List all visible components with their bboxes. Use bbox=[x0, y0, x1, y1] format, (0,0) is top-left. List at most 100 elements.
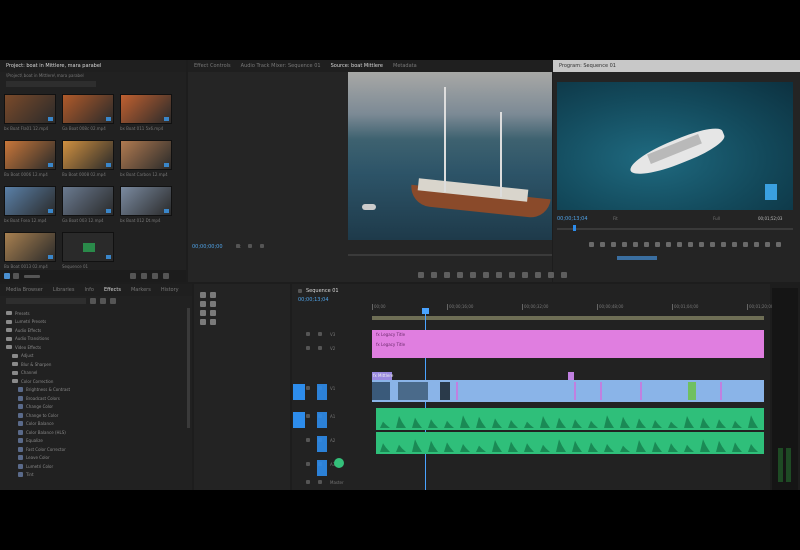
track-target-toggle[interactable] bbox=[293, 384, 305, 400]
tool-icon[interactable] bbox=[200, 319, 206, 325]
program-fit[interactable]: Fit bbox=[613, 216, 618, 221]
program-transport-icon[interactable] bbox=[666, 242, 671, 247]
program-transport-icon[interactable] bbox=[611, 242, 616, 247]
program-scrubber[interactable] bbox=[557, 228, 793, 230]
toggle-sync-lock-icon[interactable] bbox=[306, 462, 310, 466]
effects-tree-row[interactable]: Audio Effects bbox=[6, 327, 41, 333]
video-clip-segment[interactable] bbox=[574, 382, 576, 400]
overwrite-icon[interactable] bbox=[535, 272, 541, 278]
timeline-work-area[interactable] bbox=[372, 316, 764, 320]
effects-tree-row[interactable]: Fast Color Corrector bbox=[18, 446, 66, 452]
source-tab[interactable]: Audio Track Mixer: Sequence 01 bbox=[241, 63, 321, 69]
effects-tab[interactable]: Markers bbox=[131, 287, 151, 293]
toggle-sync-lock-icon[interactable] bbox=[306, 414, 310, 418]
go-to-out-icon[interactable] bbox=[509, 272, 515, 278]
effects-tab[interactable]: Info bbox=[84, 287, 93, 293]
effects-tree-row[interactable]: Change to Color bbox=[18, 412, 58, 418]
source-tab[interactable]: Metadata bbox=[393, 63, 417, 69]
close-tab-icon[interactable] bbox=[298, 289, 302, 293]
toggle-sync-lock-icon[interactable] bbox=[306, 346, 310, 350]
source-tab[interactable]: Source: boat Mittlere bbox=[331, 63, 383, 69]
source-scrubber[interactable] bbox=[348, 254, 552, 256]
program-transport-icon[interactable] bbox=[754, 242, 759, 247]
tool-icon[interactable] bbox=[210, 319, 216, 325]
mark-out-icon[interactable] bbox=[444, 272, 450, 278]
program-transport-icon[interactable] bbox=[732, 242, 737, 247]
zoom-slider-icon[interactable] bbox=[24, 275, 40, 278]
track-source-patch[interactable] bbox=[317, 412, 327, 428]
step-forward-icon[interactable] bbox=[496, 272, 502, 278]
new-bin-icon[interactable] bbox=[130, 273, 136, 279]
toggle-track-output-icon[interactable] bbox=[318, 332, 322, 336]
project-thumbnail[interactable] bbox=[62, 232, 114, 262]
tool-icon[interactable] bbox=[210, 310, 216, 316]
effects-tree-row[interactable]: Change Color bbox=[18, 404, 53, 410]
track-source-patch[interactable] bbox=[317, 436, 327, 452]
effects-tree-row[interactable]: Color Correction bbox=[12, 378, 53, 384]
effects-tree-row[interactable]: Presets bbox=[6, 310, 30, 316]
playhead-marker[interactable] bbox=[422, 308, 429, 314]
project-thumbnail[interactable] bbox=[120, 94, 172, 124]
program-transport-icon[interactable] bbox=[600, 242, 605, 247]
trash-icon[interactable] bbox=[163, 273, 169, 279]
source-tab[interactable]: Effect Controls bbox=[194, 63, 231, 69]
effects-tab[interactable]: History bbox=[161, 287, 179, 293]
effects-tree-row[interactable]: Tint bbox=[18, 472, 34, 478]
video-clip-segment[interactable] bbox=[372, 382, 390, 400]
effects-tree-row[interactable]: Color Balance (HLS) bbox=[18, 429, 66, 435]
project-search-input[interactable] bbox=[6, 81, 96, 87]
toggle-track-output-icon[interactable] bbox=[318, 480, 322, 484]
video-clip-segment[interactable] bbox=[440, 382, 450, 400]
effects-tab[interactable]: Libraries bbox=[53, 287, 75, 293]
tool-icon[interactable] bbox=[200, 292, 206, 298]
audio-keyframe-icon[interactable] bbox=[334, 458, 344, 468]
export-frame-icon[interactable] bbox=[548, 272, 554, 278]
program-transport-icon[interactable] bbox=[743, 242, 748, 247]
accelerated-filter-icon[interactable] bbox=[90, 298, 96, 304]
program-zoom-bar[interactable] bbox=[617, 256, 657, 260]
toggle-sync-lock-icon[interactable] bbox=[306, 480, 310, 484]
timeline-timecode[interactable]: 00;00;13;04 bbox=[298, 297, 329, 303]
yuv-filter-icon[interactable] bbox=[110, 298, 116, 304]
track-source-patch[interactable] bbox=[317, 384, 327, 400]
effects-tree-row[interactable]: Channel bbox=[12, 370, 37, 376]
toggle-sync-lock-icon[interactable] bbox=[306, 386, 310, 390]
insert-icon[interactable] bbox=[522, 272, 528, 278]
go-to-in-icon[interactable] bbox=[457, 272, 463, 278]
track-source-patch[interactable] bbox=[317, 460, 327, 476]
program-transport-icon[interactable] bbox=[633, 242, 638, 247]
marker-icon[interactable] bbox=[236, 244, 240, 248]
video-clip-segment[interactable] bbox=[456, 382, 458, 400]
effects-tree-row[interactable]: Audio Transitions bbox=[6, 336, 49, 342]
project-thumbnail[interactable] bbox=[4, 186, 56, 216]
list-view-icon[interactable] bbox=[4, 273, 10, 279]
program-transport-icon[interactable] bbox=[589, 242, 594, 247]
video-clip-segment[interactable] bbox=[600, 382, 602, 400]
program-full[interactable]: Full bbox=[713, 216, 720, 221]
button-editor-icon[interactable] bbox=[561, 272, 567, 278]
project-thumbnail[interactable] bbox=[62, 94, 114, 124]
timeline-tab[interactable]: Sequence 01 bbox=[298, 286, 339, 296]
tool-icon[interactable] bbox=[200, 301, 206, 307]
toggle-track-output-icon[interactable] bbox=[318, 346, 322, 350]
effects-tree-row[interactable]: Color Balance bbox=[18, 421, 54, 427]
video-clip-segment[interactable] bbox=[688, 382, 696, 400]
play-icon[interactable] bbox=[483, 272, 489, 278]
tool-icon[interactable] bbox=[210, 292, 216, 298]
program-playhead[interactable] bbox=[573, 225, 576, 231]
effects-search-input[interactable] bbox=[6, 298, 86, 304]
effects-tree-row[interactable]: Blur & Sharpen bbox=[12, 361, 51, 367]
project-thumbnail[interactable] bbox=[4, 232, 56, 262]
tool-icon[interactable] bbox=[210, 301, 216, 307]
new-item-icon[interactable] bbox=[141, 273, 147, 279]
program-transport-icon[interactable] bbox=[765, 242, 770, 247]
effects-tree-row[interactable]: Video Effects bbox=[6, 344, 41, 350]
effects-tree-row[interactable]: Equalize bbox=[18, 438, 43, 444]
effects-tree-row[interactable]: Lumetri Color bbox=[18, 463, 53, 469]
effects-scrollbar[interactable] bbox=[187, 308, 190, 428]
tool-icon[interactable] bbox=[200, 310, 206, 316]
effects-tree-row[interactable]: Brightness & Contrast bbox=[18, 387, 70, 393]
project-tab[interactable]: Project: boat in Mittlere, mara parabel bbox=[6, 63, 101, 69]
track-target-toggle[interactable] bbox=[293, 412, 305, 428]
title-clip[interactable]: fx Legacy Title fx Legacy Title bbox=[372, 330, 764, 358]
